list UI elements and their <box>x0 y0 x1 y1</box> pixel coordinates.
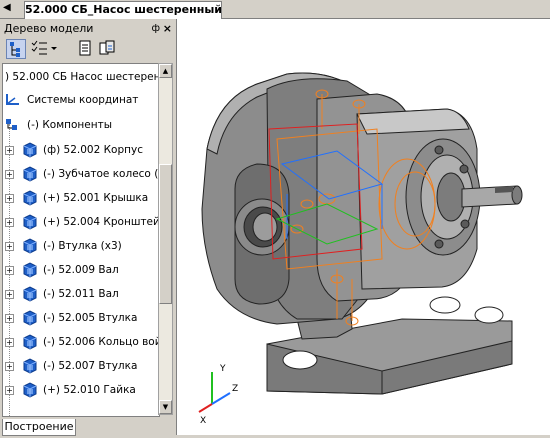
expand-icon[interactable]: + <box>5 218 14 227</box>
tree-component-row[interactable]: + (+) 52.010 Гайка <box>3 379 159 401</box>
part-icon <box>23 358 37 374</box>
model-tree-panel: Дерево модели ф ×) 52.000 СБ Насос шест… <box>0 19 177 436</box>
model-viewport[interactable]: Y Z X <box>177 19 550 435</box>
document-icon <box>79 40 91 56</box>
expand-icon[interactable]: + <box>5 362 14 371</box>
axis-triad: Y Z X <box>198 364 238 426</box>
document-tab[interactable]: 52.000 СБ_Насос шестеренный <box>24 1 222 19</box>
tree-component-label: (ф) 52.002 Корпус <box>43 144 143 156</box>
tree-component-row[interactable]: + (+) 52.001 Крышка <box>3 187 159 209</box>
tree-component-label: (-) 52.011 Вал <box>43 288 119 300</box>
tree-component-row[interactable]: + (+) 52.004 Кронштейн <box>3 211 160 233</box>
scroll-thumb[interactable] <box>159 164 172 304</box>
tree-component-label: (-) 52.009 Вал <box>43 264 119 276</box>
tree-component-row[interactable]: + (-) Зубчатое колесо ( <box>3 163 159 185</box>
panel-title: Дерево модели <box>4 22 94 35</box>
triad-x-label: X <box>200 416 206 426</box>
expand-icon[interactable]: + <box>5 194 14 203</box>
pin-icon[interactable]: ф <box>151 21 160 36</box>
tree-properties-button[interactable] <box>76 39 96 59</box>
tree-component-label: (-) 52.007 Втулка <box>43 360 138 372</box>
tree-component-label: (-) Зубчатое колесо ( <box>43 168 159 180</box>
expand-icon[interactable]: + <box>5 338 14 347</box>
tree-component-label: (-) 52.006 Кольцо вой <box>43 336 160 348</box>
tree-component-row[interactable]: + (-) Втулка (x3) <box>3 235 159 257</box>
tree-components-row[interactable]: (-) Компоненты <box>3 114 159 136</box>
expand-icon[interactable]: + <box>5 386 14 395</box>
part-icon <box>23 214 37 230</box>
tree-structure-icon <box>10 42 20 57</box>
tree-coord-row[interactable]: Системы координат <box>3 89 159 111</box>
tree-component-row[interactable]: + (-) 52.007 Втулка <box>3 355 159 377</box>
part-icon <box>23 286 37 302</box>
part-icon <box>23 238 37 254</box>
expand-icon[interactable]: + <box>5 266 14 275</box>
expand-icon[interactable]: + <box>5 146 14 155</box>
tree-filter-dropdown[interactable] <box>30 39 58 59</box>
tree-coord-label: Системы координат <box>27 94 139 106</box>
panel-header: Дерево модели ф × <box>2 21 174 36</box>
tree-scrollbar[interactable]: ▲ ▼ <box>158 63 173 415</box>
coordinate-system-icon <box>6 94 19 105</box>
tree-root-row[interactable]: ) 52.000 СБ Насос шестеренны <box>3 66 160 88</box>
rebuild-icon <box>99 40 115 55</box>
tree-component-label: (-) 52.005 Втулка <box>43 312 138 324</box>
tree-components-label: (-) Компоненты <box>27 119 113 131</box>
panel-toolbar <box>2 37 174 61</box>
tree-component-row[interactable]: + (-) 52.011 Вал <box>3 283 159 305</box>
tree-component-row[interactable]: + (-) 52.009 Вал <box>3 259 159 281</box>
part-icon <box>23 334 37 350</box>
tree-component-row[interactable]: + (-) 52.006 Кольцо вой <box>3 331 160 353</box>
part-icon <box>23 382 37 398</box>
model-tree: ) 52.000 СБ Насос шестеренны Системы коо… <box>2 63 160 417</box>
scroll-down-icon[interactable]: ▼ <box>159 400 172 414</box>
tree-rebuild-button[interactable] <box>98 39 118 59</box>
tree-component-row[interactable]: + (ф) 52.002 Корпус <box>3 139 159 161</box>
close-icon[interactable]: × <box>163 21 172 36</box>
tree-component-label: (+) 52.010 Гайка <box>43 384 136 396</box>
part-icon <box>23 262 37 278</box>
part-icon <box>23 310 37 326</box>
tab-construction[interactable]: Построение <box>2 419 76 436</box>
tree-component-label: (-) Втулка (x3) <box>43 240 122 252</box>
tree-component-label: (+) 52.004 Кронштейн <box>43 216 160 228</box>
triad-z-label: Z <box>232 384 238 394</box>
part-icon <box>23 142 37 158</box>
tree-root-label: ) 52.000 СБ Насос шестеренны <box>5 71 160 83</box>
expand-icon[interactable]: + <box>5 242 14 251</box>
expand-icon[interactable]: + <box>5 170 14 179</box>
scroll-up-icon[interactable]: ▲ <box>159 64 172 78</box>
part-icon <box>23 190 37 206</box>
checklist-icon <box>31 40 57 55</box>
expand-icon[interactable]: + <box>5 290 14 299</box>
part-icon <box>23 166 37 182</box>
tab-scroll-left-icon[interactable]: ◀ <box>3 2 15 14</box>
tree-view-structure-button[interactable] <box>6 39 26 59</box>
expand-icon[interactable]: + <box>5 314 14 323</box>
pump-3d-model[interactable]: Y Z X <box>177 19 550 435</box>
triad-y-label: Y <box>219 364 226 374</box>
tree-component-row[interactable]: + (-) 52.005 Втулка <box>3 307 159 329</box>
document-tabbar: ◀ 52.000 СБ_Насос шестеренный <box>0 0 550 19</box>
components-icon <box>6 119 17 130</box>
tree-component-label: (+) 52.001 Крышка <box>43 192 149 204</box>
